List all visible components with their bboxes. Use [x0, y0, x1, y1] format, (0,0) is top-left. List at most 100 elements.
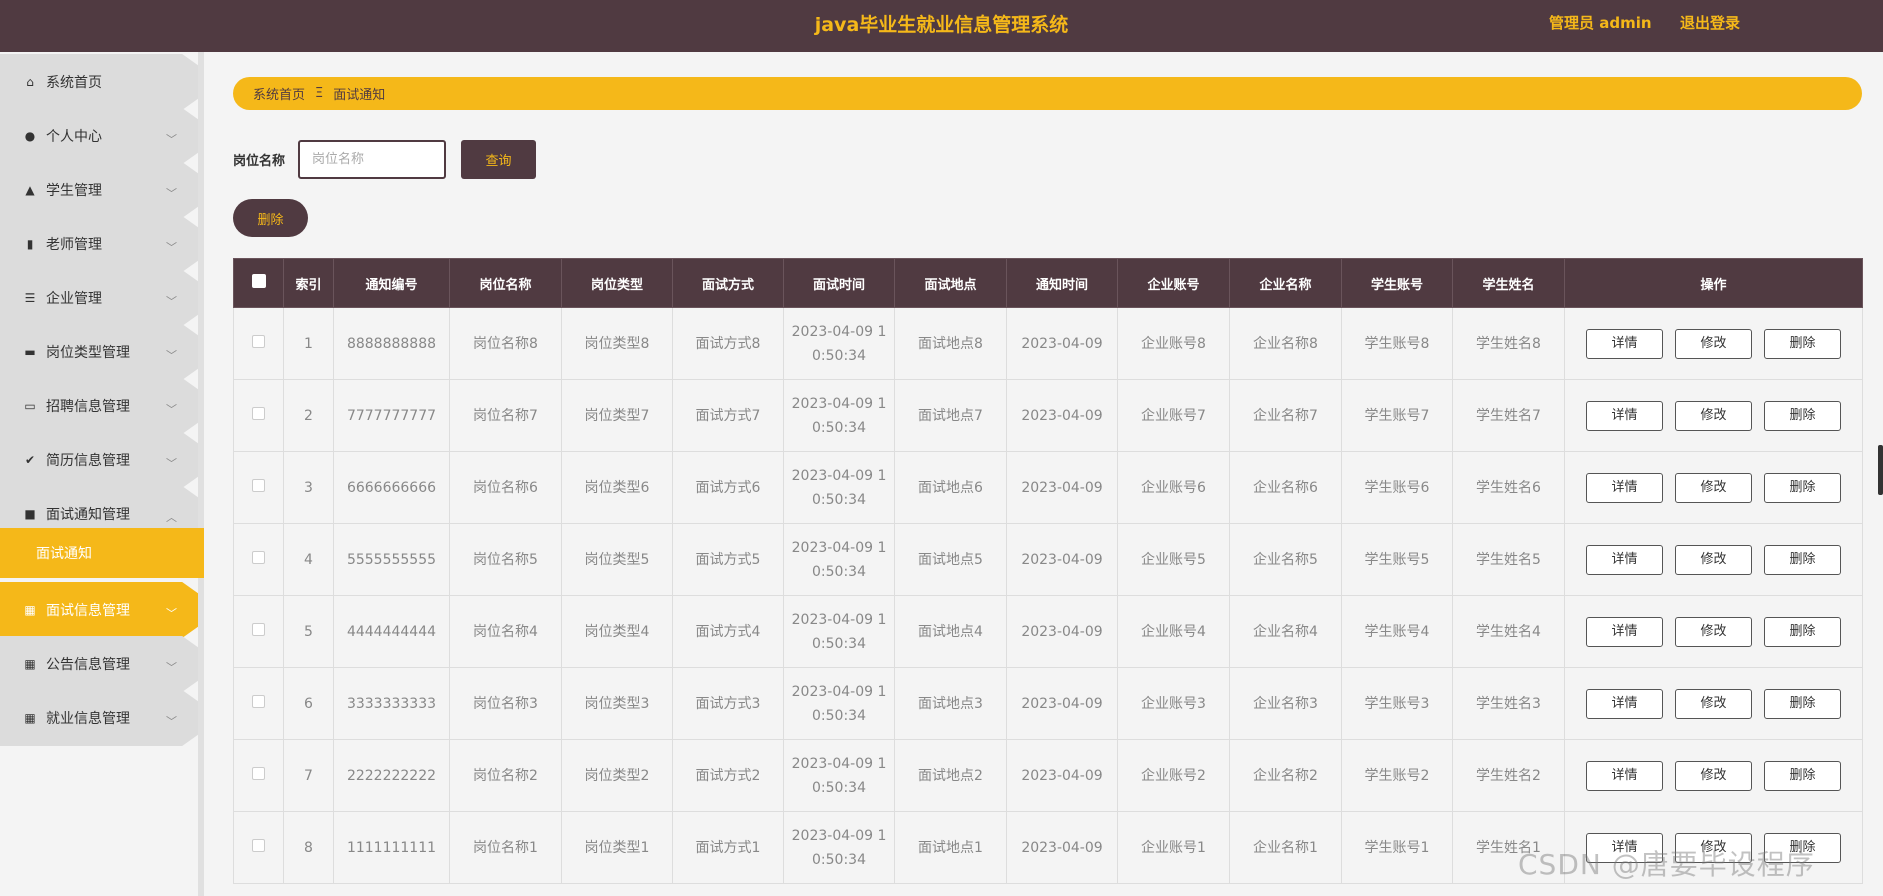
column-header: 面试方式 [672, 258, 784, 308]
detail-button[interactable]: 详情 [1586, 616, 1663, 647]
message-icon: ▬ [24, 345, 36, 359]
cell-notice-no: 7777777777 [333, 379, 450, 452]
delete-button[interactable]: 删除 [1764, 400, 1841, 431]
interview-time-line1: 2023-04-09 1 [791, 467, 887, 484]
sidebar-item-8[interactable]: ✔ 简历信息管理 ﹀ [0, 432, 198, 488]
edit-button[interactable]: 修改 [1675, 472, 1752, 503]
chevron-down-icon: ﹀ [166, 133, 177, 146]
edit-button[interactable]: 修改 [1675, 544, 1752, 575]
row-checkbox[interactable] [252, 334, 265, 348]
delete-button[interactable]: 删除 [1764, 616, 1841, 647]
sidebar-item-6[interactable]: ▬ 岗位类型管理 ﹀ [0, 324, 198, 380]
chevron-up-icon: ︿ [166, 511, 177, 524]
column-header: 通知时间 [1006, 258, 1118, 308]
sidebar-item-5[interactable]: ☰ 企业管理 ﹀ [0, 270, 198, 326]
detail-button[interactable]: 详情 [1586, 328, 1663, 359]
sidebar-item-4[interactable]: ▮ 老师管理 ﹀ [0, 216, 198, 272]
chevron-down-icon: ﹀ [166, 457, 177, 470]
detail-button[interactable]: 详情 [1586, 472, 1663, 503]
cell-company-account: 企业账号1 [1117, 811, 1230, 884]
sidebar: ⌂ 系统首页 ● 个人中心 ﹀ ▲ 学生管理 ﹀ ▮ 老师管理 ﹀ ☰ 企业管理 ﹀ ▬ 岗位类型管理 ﹀ ▭ 招聘… [0, 52, 204, 896]
select-all-checkbox[interactable] [251, 274, 266, 288]
select-all-header [233, 258, 284, 308]
row-checkbox[interactable] [252, 550, 265, 564]
cell-notice-time: 2023-04-09 [1006, 667, 1118, 740]
job-name-search-input[interactable] [298, 140, 446, 179]
edit-button[interactable]: 修改 [1675, 400, 1752, 431]
sidebar-item-label: 面试信息管理 [46, 603, 130, 619]
cell-method: 面试方式3 [672, 667, 784, 740]
sidebar-item-3[interactable]: ▲ 学生管理 ﹀ [0, 162, 198, 218]
detail-button[interactable]: 详情 [1586, 688, 1663, 719]
detail-button[interactable]: 详情 [1586, 760, 1663, 791]
cell-interview-time: 2023-04-09 1 0:50:34 [783, 739, 895, 812]
scrollbar-thumb[interactable] [1878, 445, 1883, 495]
cell-notice-no: 4444444444 [333, 595, 450, 668]
chevron-down-icon: ﹀ [166, 607, 177, 620]
edit-button[interactable]: 修改 [1675, 688, 1752, 719]
row-checkbox[interactable] [252, 478, 265, 492]
cell-company-name: 企业名称3 [1229, 667, 1342, 740]
row-checkbox[interactable] [252, 838, 265, 852]
delete-button[interactable]: 删除 [1764, 688, 1841, 719]
cell-notice-no: 8888888888 [333, 307, 450, 380]
breadcrumb-separator: Ξ [315, 86, 324, 101]
cell-company-account: 企业账号8 [1117, 307, 1230, 380]
cell-actions: 详情 修改 删除 [1564, 667, 1863, 740]
row-checkbox[interactable] [252, 622, 265, 636]
detail-button[interactable]: 详情 [1586, 544, 1663, 575]
bulk-delete-button[interactable]: 删除 [233, 199, 308, 237]
column-header: 企业名称 [1229, 258, 1342, 308]
cell-company-name: 企业名称6 [1229, 451, 1342, 524]
row-select-cell [233, 307, 284, 380]
cell-method: 面试方式1 [672, 811, 784, 884]
edit-button[interactable]: 修改 [1675, 760, 1752, 791]
cell-job-name: 岗位名称4 [449, 595, 562, 668]
breadcrumb-home[interactable]: 系统首页 [253, 84, 305, 103]
sidebar-item-1[interactable]: ⌂ 系统首页 [0, 54, 198, 110]
table-row: 3 6666666666 岗位名称6 岗位类型6 面试方式6 2023-04-09 1 0:… [233, 451, 1863, 524]
column-header: 面试时间 [783, 258, 895, 308]
cell-company-account: 企业账号4 [1117, 595, 1230, 668]
detail-button[interactable]: 详情 [1586, 400, 1663, 431]
edit-button[interactable]: 修改 [1675, 328, 1752, 359]
row-select-cell [233, 667, 284, 740]
row-select-cell [233, 451, 284, 524]
sidebar-item-label: 学生管理 [46, 183, 102, 199]
row-checkbox[interactable] [252, 694, 265, 708]
sidebar-item-2[interactable]: ● 个人中心 ﹀ [0, 108, 198, 164]
logout-link[interactable]: 退出登录 [1680, 12, 1740, 33]
column-header: 岗位名称 [449, 258, 562, 308]
sidebar-item-label: 公告信息管理 [46, 657, 130, 673]
column-header: 面试地点 [894, 258, 1007, 308]
submenu-item-interview-notice[interactable]: 面试通知 [0, 528, 204, 578]
interview-time-line2: 0:50:34 [812, 419, 866, 436]
search-button[interactable]: 查询 [461, 140, 536, 179]
cell-company-name: 企业名称8 [1229, 307, 1342, 380]
delete-button[interactable]: 删除 [1764, 760, 1841, 791]
chevron-down-icon: ﹀ [166, 349, 177, 362]
breadcrumb: 系统首页 Ξ 面试通知 [233, 77, 1862, 110]
cell-notice-time: 2023-04-09 [1006, 739, 1118, 812]
sidebar-item-10[interactable]: ▦ 面试信息管理 ﹀ [0, 582, 198, 638]
delete-button[interactable]: 删除 [1764, 544, 1841, 575]
row-checkbox[interactable] [252, 766, 265, 780]
breadcrumb-current: 面试通知 [333, 88, 386, 103]
chevron-down-icon: ﹀ [166, 715, 177, 728]
interview-time-line1: 2023-04-09 1 [791, 539, 887, 556]
sidebar-item-12[interactable]: ▦ 就业信息管理 ﹀ [0, 690, 198, 746]
row-checkbox[interactable] [252, 406, 265, 420]
delete-button[interactable]: 删除 [1764, 472, 1841, 503]
cell-location: 面试地点5 [894, 523, 1007, 596]
cell-index: 3 [283, 451, 334, 524]
interview-time-line1: 2023-04-09 1 [791, 827, 887, 844]
cell-method: 面试方式2 [672, 739, 784, 812]
delete-button[interactable]: 删除 [1764, 328, 1841, 359]
cell-notice-time: 2023-04-09 [1006, 811, 1118, 884]
cell-notice-time: 2023-04-09 [1006, 379, 1118, 452]
edit-button[interactable]: 修改 [1675, 616, 1752, 647]
sidebar-item-7[interactable]: ▭ 招聘信息管理 ﹀ [0, 378, 198, 434]
sidebar-item-11[interactable]: ▦ 公告信息管理 ﹀ [0, 636, 198, 692]
cell-job-type: 岗位类型4 [561, 595, 673, 668]
chevron-down-icon: ﹀ [166, 295, 177, 308]
